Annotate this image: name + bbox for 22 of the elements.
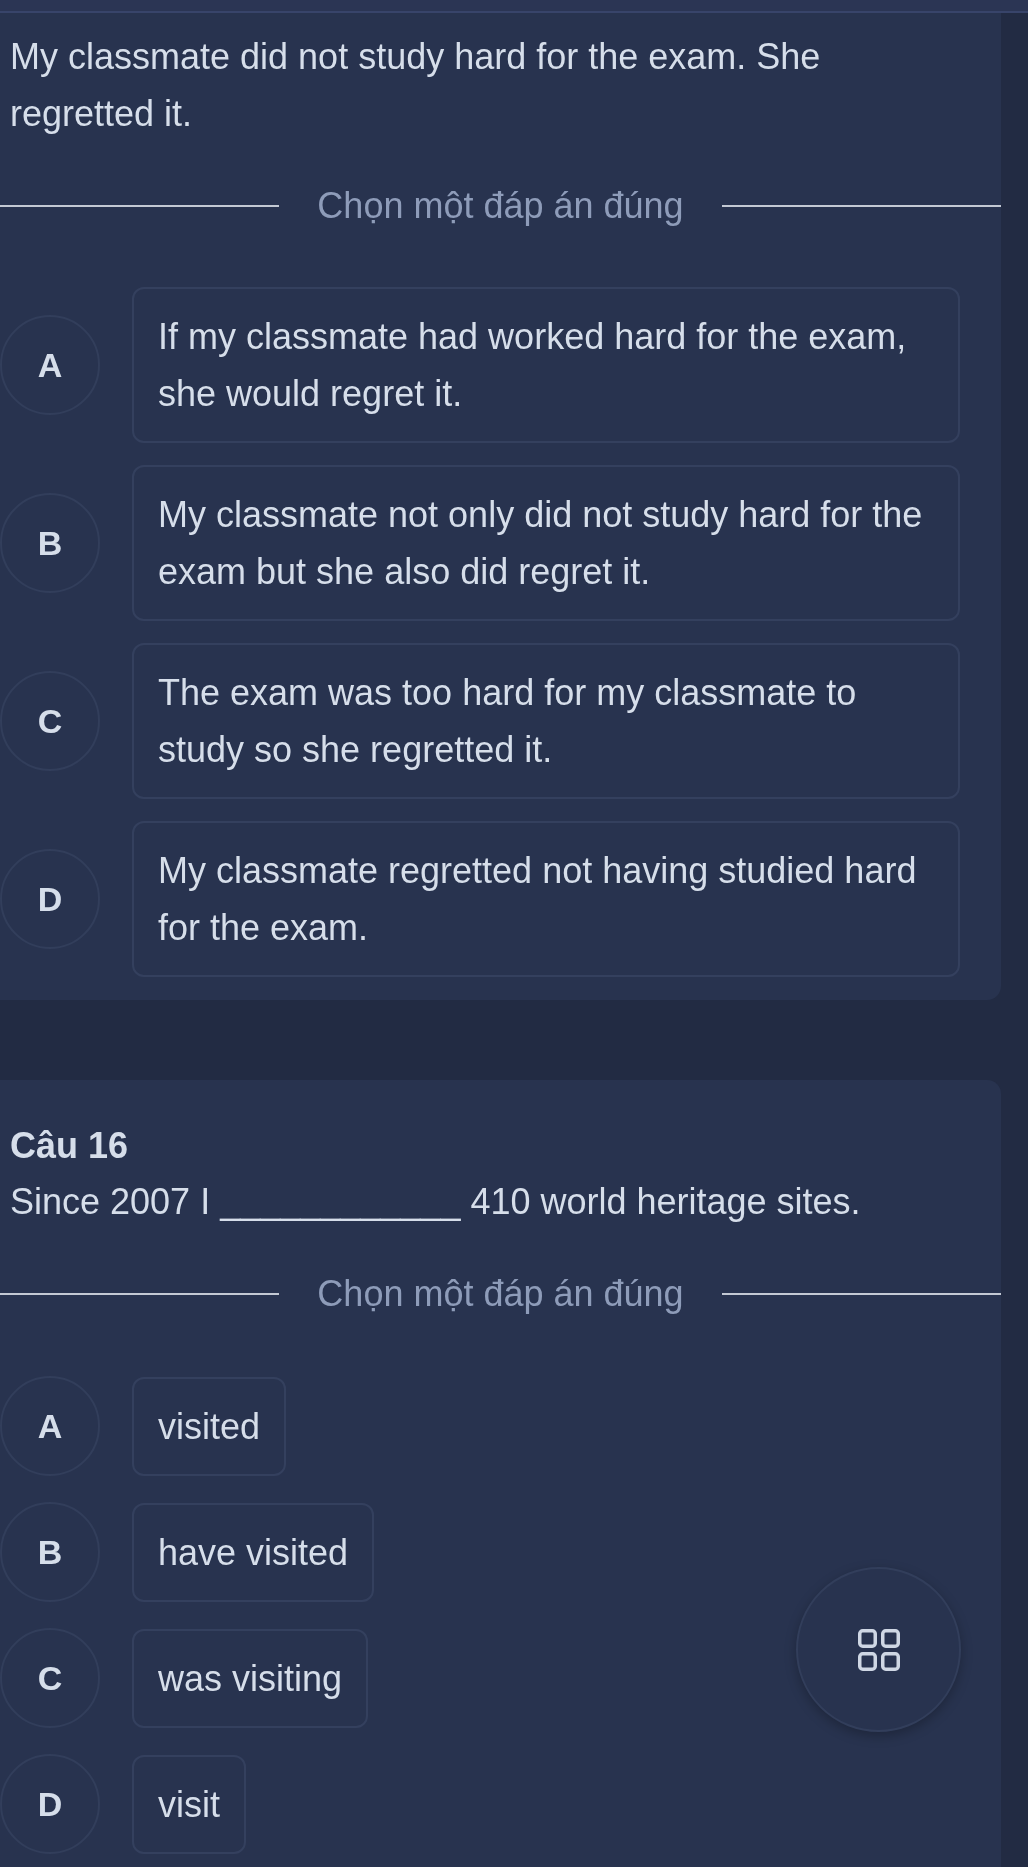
- answer-option[interactable]: My classmate not only did not study hard for the exam but she also did regret it.: [132, 465, 960, 621]
- answer-option[interactable]: If my classmate had worked hard for the exam, she would regret it.: [132, 287, 960, 443]
- answer-option[interactable]: have visited: [132, 1502, 375, 1602]
- answer-option[interactable]: My classmate regretted not having studied hard for the exam.: [132, 821, 960, 977]
- question-text: Since 2007 I ____________ 410 world heritage sites.: [9, 1180, 862, 1224]
- option-letter[interactable]: D: [0, 1754, 100, 1854]
- instruction-label: Chọn một đáp án đúng: [317, 184, 684, 228]
- instruction-label: Chọn một đáp án đúng: [317, 1272, 684, 1316]
- option-letter[interactable]: B: [0, 493, 100, 593]
- answer-option[interactable]: was visiting: [132, 1628, 369, 1728]
- option-letter[interactable]: D: [0, 849, 100, 949]
- option-letter[interactable]: B: [0, 1502, 100, 1602]
- answer-option[interactable]: visit: [132, 1754, 246, 1854]
- answer-option[interactable]: The exam was too hard for my classmate to study so she regretted it.: [132, 643, 960, 799]
- question-title: Câu 16: [9, 1124, 130, 1168]
- answer-option[interactable]: visited: [132, 1376, 287, 1476]
- question-text: My classmate did not study hard for the exam. She regretted it.: [9, 35, 822, 136]
- option-letter[interactable]: C: [0, 671, 100, 771]
- option-letter[interactable]: C: [0, 1628, 100, 1728]
- option-letter[interactable]: A: [0, 1376, 100, 1476]
- option-letter[interactable]: A: [0, 315, 100, 415]
- grid-icon: [857, 1628, 900, 1671]
